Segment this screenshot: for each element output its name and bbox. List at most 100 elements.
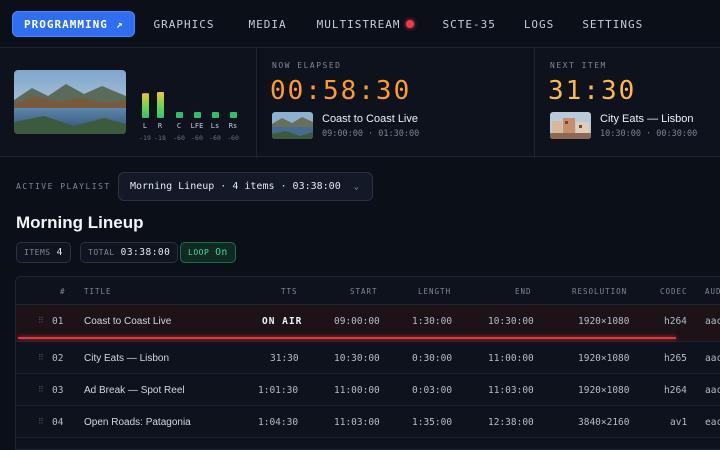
tab-label: GRAPHICS [153, 17, 215, 31]
next-item-panel: NEXT ITEM 31:30 City Eats — Lisbon 10:30… [536, 48, 720, 158]
meter-db-value: -60 [227, 134, 239, 142]
next-item-thumbnail [550, 112, 591, 139]
playlist-select-value: Morning Lineup · 4 items · 03:38:00 [130, 181, 341, 192]
table-row[interactable]: ⠿ 02 City Eats — Lisbon 31:30 10:30:00 0… [16, 342, 720, 374]
row-tts: 1:04:30 [258, 417, 299, 428]
on-air-progress-bar [18, 337, 676, 339]
tab-label: LOGS [523, 17, 555, 31]
row-start: 09:00:00 [334, 316, 380, 327]
row-codec: h264 [664, 316, 687, 327]
chip-label: ITEMS [24, 248, 51, 257]
tab-settings[interactable]: SETTINGS [568, 11, 657, 37]
row-end: 11:03:00 [488, 385, 534, 396]
live-dot-icon [406, 20, 415, 28]
audio-meter-bars [142, 92, 237, 118]
chip-label: LOOP [188, 248, 210, 257]
row-audio: aac [705, 316, 720, 327]
column-header-audio[interactable]: AUD [705, 287, 720, 296]
tab-multistream[interactable]: MULTISTREAM [303, 11, 429, 37]
column-header-length[interactable]: LENGTH [418, 287, 451, 296]
program-preview-panel: L R C LFE Ls Rs -19 -18 -60 -60 -60 -60 [0, 48, 257, 158]
meter-channel-label: LFE [190, 122, 204, 130]
next-item-label: NEXT ITEM [550, 61, 607, 70]
program-preview-image[interactable] [14, 70, 126, 134]
monitor-strip: L R C LFE Ls Rs -19 -18 -60 -60 -60 -60 … [0, 47, 720, 158]
row-tts: 31:30 [270, 353, 299, 364]
table-row[interactable]: ⠿ 03 Ad Break — Spot Reel 1:01:30 11:00:… [16, 374, 720, 406]
chip-label: TOTAL [88, 248, 115, 257]
chevron-down-icon: ⌄ [353, 182, 359, 192]
playlist-table: # TITLE TTS START LENGTH END RESOLUTION … [15, 276, 720, 450]
now-item-title: Coast to Coast Live [322, 113, 418, 125]
row-end: 10:30:00 [488, 316, 534, 327]
row-number: 01 [52, 316, 64, 327]
row-length: 0:30:00 [412, 353, 453, 364]
row-start: 11:03:00 [334, 417, 380, 428]
now-elapsed-time: 00:58:30 [270, 76, 412, 106]
row-audio: eac [705, 417, 720, 428]
row-tts: 1:01:30 [258, 385, 299, 396]
meter-channel-label: Ls [210, 122, 220, 130]
playlist-title: Morning Lineup [16, 213, 144, 232]
row-length: 0:03:00 [412, 385, 453, 396]
row-start: 11:00:00 [334, 385, 380, 396]
tab-label: MEDIA [248, 17, 287, 31]
tab-scte-35[interactable]: SCTE-35 [428, 11, 509, 37]
column-header-resolution[interactable]: RESOLUTION [572, 287, 627, 296]
meter-db-value: -18 [154, 134, 166, 142]
meter-db-value: -60 [209, 134, 221, 142]
now-elapsed-label: NOW ELAPSED [272, 61, 342, 70]
audio-meter-bar [230, 112, 237, 118]
tab-label: MULTISTREAM [316, 17, 401, 31]
table-row[interactable]: ⠿ 04 Open Roads: Patagonia 1:04:30 11:03… [16, 406, 720, 438]
external-arrow-icon: ↗ [115, 17, 124, 31]
audio-meter-bar [142, 93, 149, 118]
drag-handle-icon[interactable]: ⠿ [38, 316, 44, 325]
tab-label: SETTINGS [582, 17, 644, 31]
tab-graphics[interactable]: GRAPHICS [139, 11, 228, 37]
row-number: 04 [52, 417, 64, 428]
row-resolution: 1920×1080 [578, 385, 630, 396]
row-title: Open Roads: Patagonia [84, 417, 191, 428]
column-header-codec[interactable]: CODEC [660, 287, 688, 296]
next-item-timing: 10:30:00 · 00:30:00 [600, 129, 698, 139]
column-header-tts[interactable]: TTS [281, 287, 298, 296]
row-title: City Eats — Lisbon [84, 353, 170, 364]
chip-value: 4 [56, 247, 63, 258]
tab-label: SCTE-35 [442, 17, 496, 31]
next-item-title: City Eats — Lisbon [600, 113, 694, 125]
tab-logs[interactable]: LOGS [510, 11, 569, 37]
column-header-start[interactable]: START [350, 287, 378, 296]
playlist-select[interactable]: Morning Lineup · 4 items · 03:38:00 ⌄ [118, 172, 373, 201]
row-tts: ON AIR [262, 316, 303, 327]
table-header: # TITLE TTS START LENGTH END RESOLUTION … [16, 277, 720, 305]
active-playlist-label: ACTIVE PLAYLIST [16, 182, 111, 191]
audio-meter-bar [157, 92, 164, 118]
total-duration-chip: TOTAL 03:38:00 [80, 242, 179, 263]
tab-programming[interactable]: PROGRAMMING ↗ [12, 11, 136, 37]
row-end: 12:38:00 [488, 417, 534, 428]
row-length: 1:30:00 [412, 316, 453, 327]
row-codec: h265 [664, 353, 687, 364]
column-header-title[interactable]: TITLE [84, 287, 112, 296]
row-length: 1:35:00 [412, 417, 453, 428]
top-nav: PROGRAMMING ↗ GRAPHICS MEDIA MULTISTREAM… [0, 0, 720, 48]
row-codec: h264 [664, 385, 687, 396]
row-audio: aac [705, 385, 720, 396]
drag-handle-icon[interactable]: ⠿ [38, 353, 44, 362]
drag-handle-icon[interactable]: ⠿ [38, 385, 44, 394]
column-header-number[interactable]: # [60, 287, 66, 296]
now-item-timing: 09:00:00 · 01:30:00 [322, 129, 420, 139]
column-header-end[interactable]: END [515, 287, 532, 296]
tab-media[interactable]: MEDIA [234, 11, 300, 37]
audio-meter-bar [176, 112, 183, 118]
row-start: 10:30:00 [334, 353, 380, 364]
chip-value: 03:38:00 [120, 247, 171, 258]
loop-toggle[interactable]: LOOP On [180, 242, 236, 263]
meter-channel-label: C [176, 122, 182, 130]
meter-db-value: -60 [191, 134, 203, 142]
meter-db-value: -60 [173, 134, 185, 142]
row-resolution: 1920×1080 [578, 316, 630, 327]
drag-handle-icon[interactable]: ⠿ [38, 417, 44, 426]
row-number: 02 [52, 353, 64, 364]
